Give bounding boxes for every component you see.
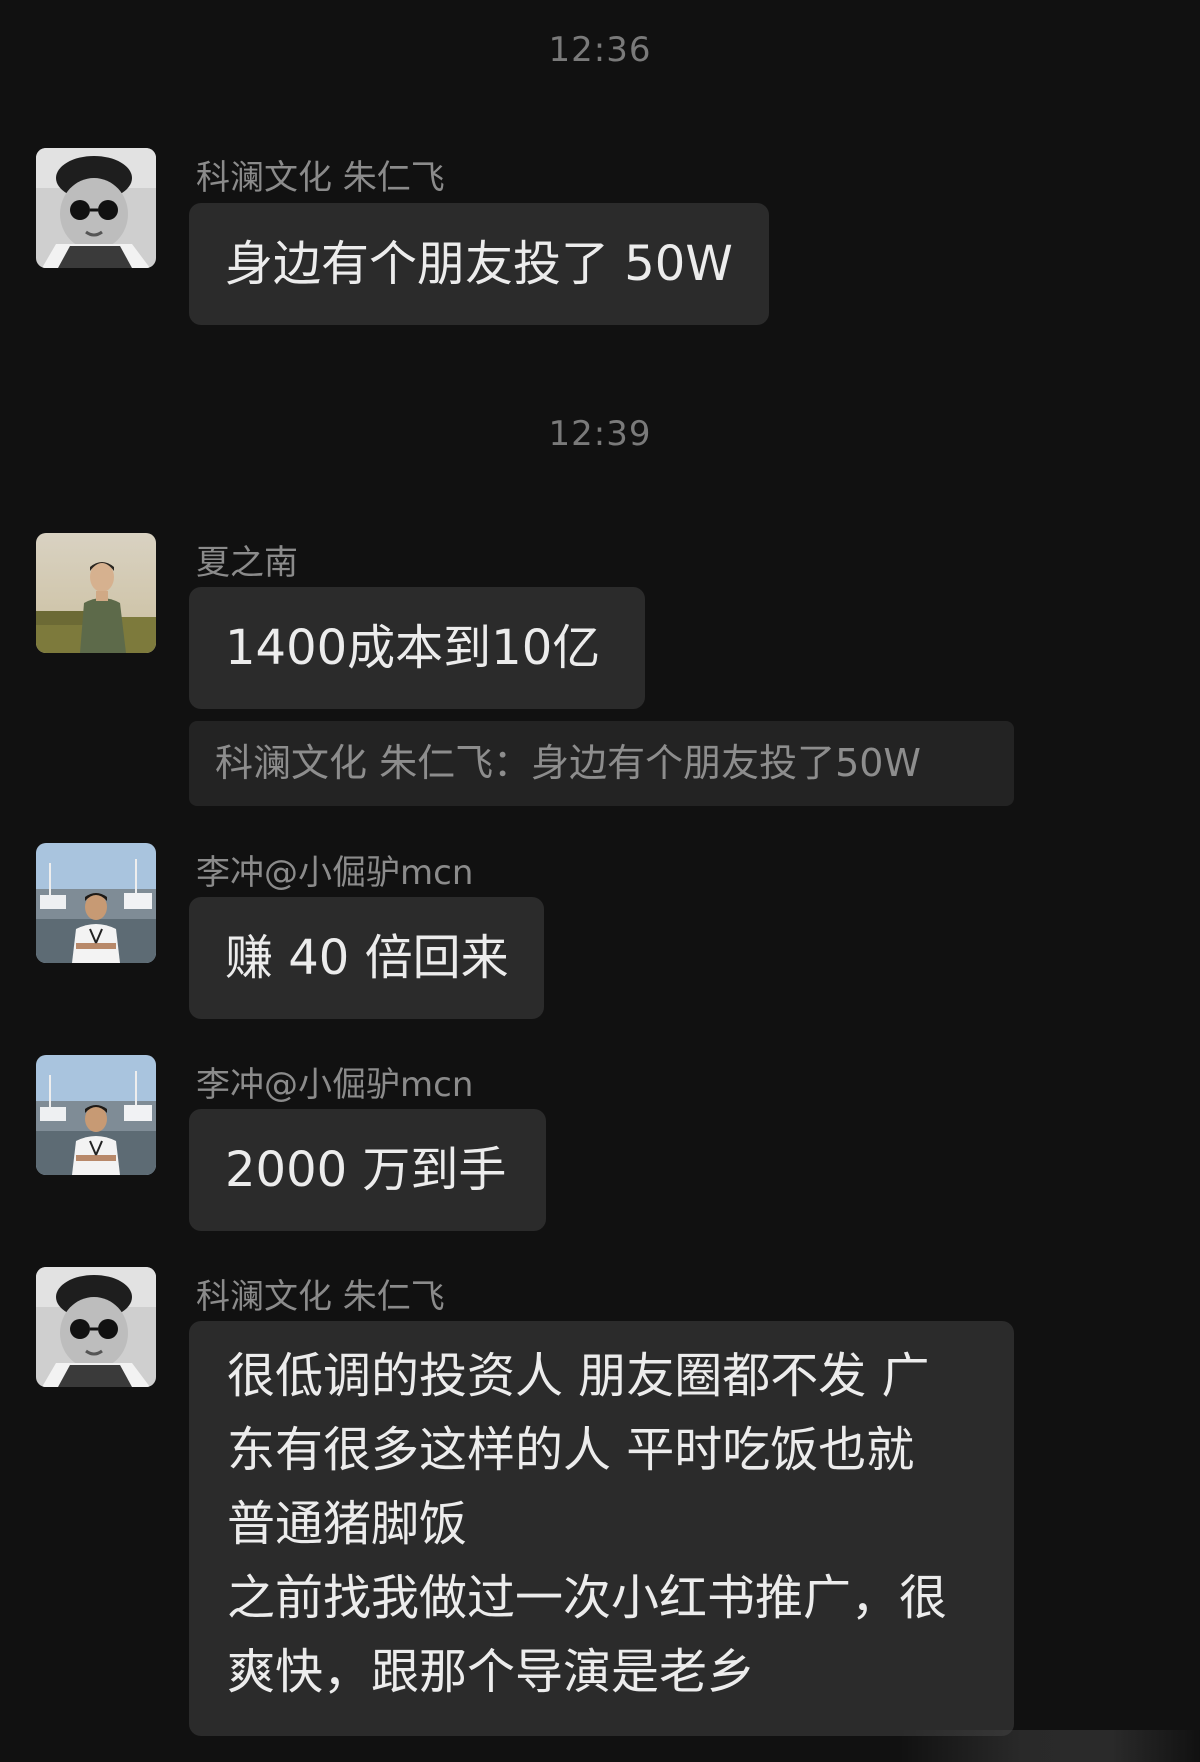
chat-view: 12:36 科澜文化 朱仁飞 身边有个朋友投了 50W 12:39 夏之南 14…: [0, 0, 1200, 1762]
timestamp: 12:36: [548, 30, 652, 70]
bw-kid-sunglasses-avatar: [36, 1267, 156, 1387]
message-bubble[interactable]: 身边有个朋友投了 50W: [189, 203, 769, 325]
sender-name[interactable]: 科澜文化 朱仁飞: [196, 150, 445, 199]
message-bubble[interactable]: 赚 40 倍回来: [189, 897, 544, 1019]
watermark-blur: [900, 1730, 1200, 1762]
man-at-marina-avatar: [36, 1055, 156, 1175]
man-in-field-avatar: [36, 533, 156, 653]
sender-avatar[interactable]: [36, 533, 156, 653]
sender-avatar[interactable]: [36, 1055, 156, 1175]
sender-avatar[interactable]: [36, 148, 156, 268]
message-line: 之前找我做过一次小红书推广，很: [227, 1570, 948, 1626]
sender-name[interactable]: 李冲@小倔驴mcn: [196, 1057, 473, 1106]
message-line: 爽快，跟那个导演是老乡: [227, 1644, 756, 1700]
message-bubble[interactable]: 很低调的投资人 朋友圈都不发 广 东有很多这样的人 平时吃饭也就 普通猪脚饭 之…: [189, 1321, 1014, 1736]
sender-name[interactable]: 夏之南: [196, 535, 298, 584]
sender-avatar[interactable]: [36, 843, 156, 963]
sender-name[interactable]: 李冲@小倔驴mcn: [196, 845, 473, 894]
bw-kid-sunglasses-avatar: [36, 148, 156, 268]
sender-name[interactable]: 科澜文化 朱仁飞: [196, 1269, 445, 1318]
sender-avatar[interactable]: [36, 1267, 156, 1387]
message-bubble[interactable]: 2000 万到手: [189, 1109, 546, 1231]
message-line: 很低调的投资人 朋友圈都不发 广: [227, 1348, 930, 1404]
message-bubble[interactable]: 1400成本到10亿: [189, 587, 645, 709]
quoted-message[interactable]: 科澜文化 朱仁飞：身边有个朋友投了50W: [189, 721, 1014, 806]
message-line: 东有很多这样的人 平时吃饭也就: [227, 1422, 915, 1478]
timestamp: 12:39: [548, 414, 652, 454]
man-at-marina-avatar: [36, 843, 156, 963]
message-line: 普通猪脚饭: [227, 1496, 468, 1552]
